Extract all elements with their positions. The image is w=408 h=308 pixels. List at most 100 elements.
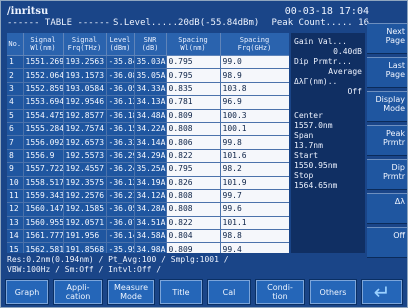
table-cell: -36.12 — [106, 95, 135, 110]
peak-prmtr-button[interactable]: Peak Prmtr — [367, 125, 407, 156]
table-header-line: ------ TABLE ------ S.Level.....20dB(-55… — [7, 18, 369, 28]
table-cell: 1562.581 — [23, 242, 64, 253]
table-cell: -36.33 — [106, 135, 135, 150]
col-header: SNR (dB) — [134, 33, 167, 56]
table-cell: -36.24 — [106, 162, 135, 177]
off-button[interactable]: Off — [367, 227, 407, 258]
table-cell: 34.58A — [134, 229, 167, 244]
table-cell: 11 — [7, 189, 24, 204]
condition-button[interactable]: Condi-tion — [255, 279, 305, 305]
status-bar: Res:0.2nm(0.194nm) / Pt_Avg:100 / Smplg:… — [7, 255, 365, 275]
table-cell: -36.05 — [106, 82, 135, 97]
table-cell: 99.6 — [220, 202, 289, 217]
cal-button[interactable]: Cal — [207, 279, 251, 305]
table-cell: -36.14 — [106, 229, 135, 244]
table-cell: 1557.722 — [23, 162, 64, 177]
table-cell: 34.13A — [134, 95, 167, 110]
table-cell: 0.808 — [166, 189, 221, 204]
table-cell: 34.29A — [134, 149, 167, 164]
table-cell: 0.795 — [166, 55, 221, 70]
table-cell: 34.51A — [134, 216, 167, 231]
table-cell: 1554.475 — [23, 109, 64, 123]
s-level: S.Level.....20dB(-55.84dBm) — [113, 18, 260, 28]
table-cell: 0.809 — [166, 109, 221, 123]
table-cell: 0.822 — [166, 216, 221, 231]
table-cell: 9 — [7, 162, 24, 177]
center-label: Center — [294, 111, 323, 120]
application-button[interactable]: Appli-cation — [53, 279, 103, 305]
last-page-button[interactable]: Last Page — [367, 57, 407, 88]
col-header: Spacing Wl(nm) — [166, 33, 221, 56]
gain-label: Gain Val... — [294, 37, 347, 46]
table-cell: 192.8577 — [63, 109, 107, 123]
delta-label: ΔλΓ(nm).. — [294, 77, 338, 86]
stop-value: 1564.65nm — [294, 181, 338, 190]
table-cell: 35.25A — [134, 162, 167, 177]
delta-lambda-button[interactable]: Δλ — [367, 193, 407, 224]
table-row: 21552.064193.1573-36.0835.05A0.79598.9 — [7, 68, 289, 83]
table-cell: 1558.517 — [23, 176, 64, 190]
table-cell: 1556.9 — [23, 149, 64, 164]
measure-mode-button[interactable]: Measure Mode — [107, 279, 155, 305]
table-cell: 1560.955 — [23, 216, 64, 231]
next-page-button[interactable]: Next Page — [367, 23, 407, 54]
display-mode-button[interactable]: Display Mode — [367, 91, 407, 122]
table-cell: -36.07 — [106, 216, 135, 231]
table-cell: 192.0571 — [63, 216, 107, 231]
table-cell: 13 — [7, 216, 24, 231]
enter-arrow-icon[interactable]: ↵ — [361, 279, 403, 305]
status-line-2: VBW:100Hz / Sm:Off / Intvl:Off / — [7, 265, 162, 274]
table-cell: 1553.694 — [23, 95, 64, 110]
table-cell: 193.0584 — [63, 82, 107, 97]
table-row: 121560.147192.1585-36.0534.28A0.80899.6 — [7, 202, 289, 217]
table-cell: 191.956 — [63, 229, 107, 244]
table-row: 61555.284192.7574-36.1534.22A0.808100.1 — [7, 122, 289, 137]
col-header: No. — [7, 33, 24, 56]
table-cell: 0.804 — [166, 229, 221, 244]
table-cell: 0.835 — [166, 82, 221, 97]
header: /inritsu 00-03-18 17:04 ------ TABLE ---… — [7, 6, 369, 29]
graph-button[interactable]: Graph — [5, 279, 49, 305]
table-cell: 192.1585 — [63, 202, 107, 217]
table-cell: 103.8 — [220, 82, 289, 97]
data-table: No. Signal Wl(nm) Signal Frq(THz) Level (dB… — [7, 33, 289, 253]
span-label: Span — [294, 131, 314, 140]
col-header: Signal Frq(THz) — [63, 33, 107, 56]
table-cell: 6 — [7, 122, 24, 137]
table-cell: -35.84 — [106, 55, 135, 70]
title-button[interactable]: Title — [159, 279, 203, 305]
others-button[interactable]: Others — [309, 279, 357, 305]
table-cell: 4 — [7, 95, 24, 110]
table-cell: 0.808 — [166, 202, 221, 217]
table-cell: 101.9 — [220, 176, 289, 190]
table-cell: 98.2 — [220, 162, 289, 177]
table-cell: 15 — [7, 242, 24, 253]
table-cell: 3 — [7, 82, 24, 97]
start-label: Start — [294, 151, 319, 160]
table-cell: 1 — [7, 55, 24, 70]
table-cell: 100.3 — [220, 109, 289, 123]
table-row: 151562.581191.8568-35.9534.98A0.80999.4 — [7, 242, 289, 253]
table-cell: 34.98A — [134, 242, 167, 253]
table-cell: 1552.859 — [23, 82, 64, 97]
table-row: 11551.269193.2563-35.8435.03A0.79599.0 — [7, 55, 289, 70]
table-cell: 34.28A — [134, 202, 167, 217]
table-cell: 193.2563 — [63, 55, 107, 70]
date-time: 00-03-18 17:04 — [284, 6, 369, 17]
table-cell: 5 — [7, 109, 24, 123]
table-cell: 0.795 — [166, 162, 221, 177]
table-cell: 34.14A — [134, 135, 167, 150]
dip-prmtr-button[interactable]: Dip Prmtr — [367, 159, 407, 190]
table-row: 71556.092192.6573-36.3334.14A0.80699.8 — [7, 135, 289, 150]
table-cell: 35.03A — [134, 55, 167, 70]
table-cell: 1556.092 — [23, 135, 64, 150]
start-value: 1550.95nm — [294, 161, 338, 170]
table-cell: 0.822 — [166, 149, 221, 164]
table-cell: 191.8568 — [63, 242, 107, 253]
table-cell: 96.9 — [220, 95, 289, 110]
table-row: 41553.694192.9546-36.1234.13A0.78196.9 — [7, 95, 289, 110]
table-cell: -36.18 — [106, 109, 135, 123]
table-cell: -36.15 — [106, 122, 135, 137]
table-cell: -36.08 — [106, 68, 135, 83]
table-cell: 0.809 — [166, 242, 221, 253]
